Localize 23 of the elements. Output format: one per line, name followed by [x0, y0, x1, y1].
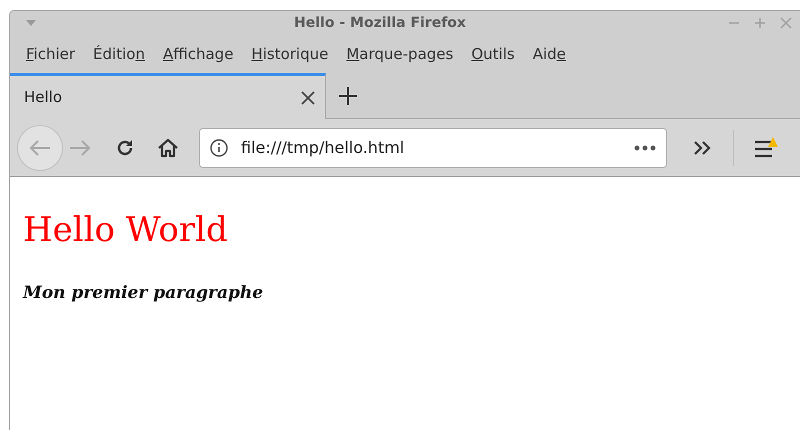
url-text: file:///tmp/hello.html: [241, 136, 404, 158]
arrow-left-icon: [29, 138, 51, 156]
menu-item[interactable]: Historique: [243, 38, 336, 70]
page-heading: Hello World: [23, 210, 229, 251]
new-tab-icon[interactable]: [338, 86, 358, 106]
menu-icon[interactable]: [754, 136, 778, 158]
info-icon[interactable]: [210, 138, 228, 156]
menu-item[interactable]: Marque-pages: [338, 38, 462, 70]
window-title: Hello - Mozilla Firefox: [293, 14, 467, 32]
menu-item[interactable]: Affichage: [154, 38, 242, 70]
menu-item[interactable]: Fichier: [18, 38, 84, 70]
more-icon[interactable]: [634, 144, 656, 150]
page-paragraph: Mon premier paragraphe: [23, 282, 264, 305]
close-icon[interactable]: [301, 90, 315, 104]
menu-item[interactable]: Aide: [524, 38, 574, 70]
reload-icon[interactable]: [115, 138, 135, 158]
menu-item[interactable]: Outils: [463, 38, 523, 70]
home-icon[interactable]: [157, 138, 179, 158]
tab-title: Hello: [24, 87, 62, 108]
tab[interactable]: Hello: [10, 73, 326, 119]
menu-item[interactable]: Édition: [85, 38, 153, 70]
address-bar[interactable]: file:///tmp/hello.html: [199, 128, 667, 168]
overflow-icon[interactable]: [693, 140, 713, 156]
